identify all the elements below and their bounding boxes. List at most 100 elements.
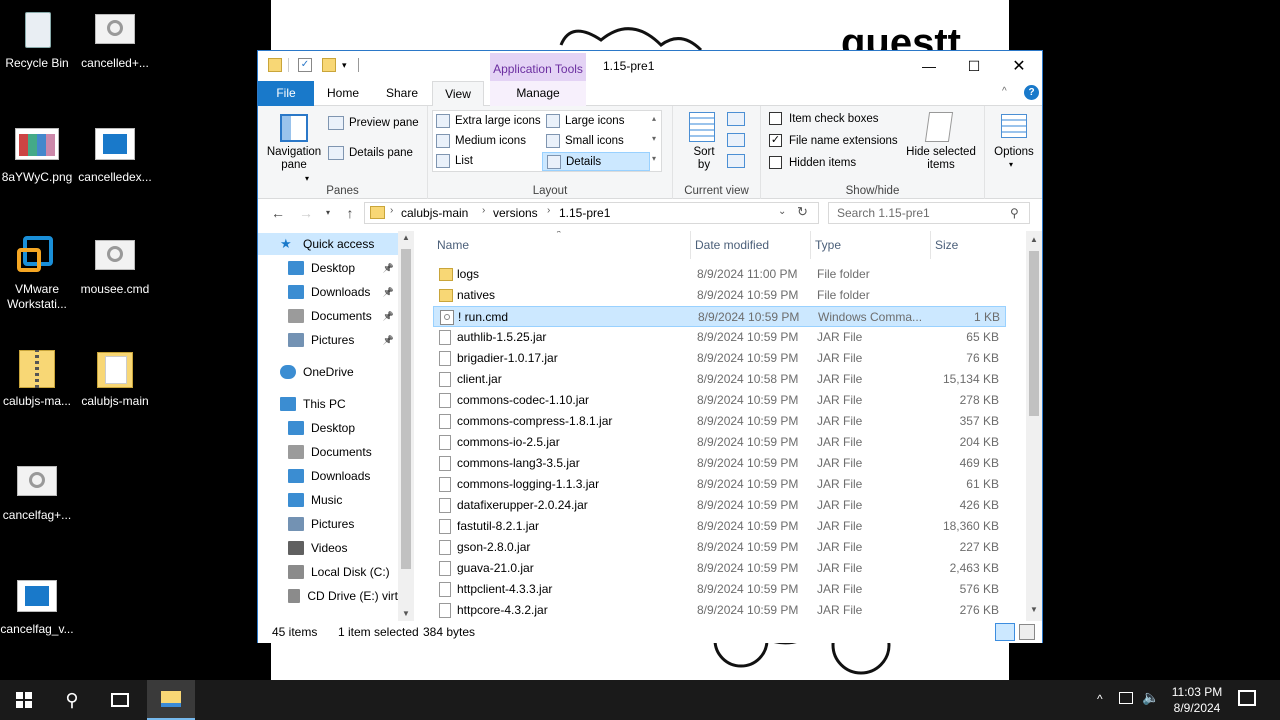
nav-item[interactable]: Pictures 📌 <box>258 329 398 351</box>
nav-item[interactable]: Downloads 📌 <box>258 281 398 303</box>
file-row[interactable]: commons-compress-1.8.1.jar 8/9/2024 10:59… <box>433 411 1006 432</box>
application-tools-tab[interactable]: Application Tools <box>490 53 586 81</box>
scroll-up-icon[interactable]: ▲ <box>402 233 410 242</box>
network-icon[interactable] <box>1119 692 1133 704</box>
desktop-icon-item[interactable]: mousee.cmd <box>75 234 155 297</box>
volume-muted-icon[interactable]: 🔈 <box>1142 689 1159 706</box>
desktop-icon-item[interactable]: calubjs-ma... <box>0 346 77 409</box>
breadcrumb-versions[interactable]: versions <box>493 206 538 220</box>
file-row[interactable]: logs 8/9/2024 11:00 PM File folder <box>433 264 1006 285</box>
details-view-toggle-icon[interactable] <box>995 623 1015 641</box>
nav-item[interactable]: Desktop <box>258 417 398 439</box>
gallery-more-icon[interactable]: ▾ <box>652 154 656 163</box>
group-by-icon[interactable] <box>727 112 745 126</box>
nav-scrollbar[interactable]: ▲ ▼ <box>398 231 414 621</box>
medium-icons-option[interactable]: Medium icons <box>436 134 526 148</box>
tab-view[interactable]: View <box>432 81 484 107</box>
tab-file[interactable]: File <box>258 81 314 106</box>
desktop-icon-item[interactable]: calubjs-main <box>75 346 155 409</box>
tab-manage[interactable]: Manage <box>490 81 586 106</box>
sort-by-button[interactable]: Sort by <box>689 146 719 172</box>
file-name-extensions-toggle[interactable]: ✓ File name extensions <box>769 134 898 147</box>
nav-item[interactable]: CD Drive (E:) virt <box>258 585 398 607</box>
action-center-icon[interactable] <box>1238 690 1256 706</box>
list-option[interactable]: List <box>436 154 473 168</box>
file-explorer-taskbar-button[interactable] <box>147 680 195 720</box>
file-row[interactable]: datafixerupper-2.0.24.jar 8/9/2024 10:59 … <box>433 495 1006 516</box>
file-list-scrollbar[interactable]: ▲ ▼ <box>1026 231 1042 621</box>
start-button[interactable] <box>0 680 48 720</box>
file-row[interactable]: authlib-1.5.25.jar 8/9/2024 10:59 PM JAR F… <box>433 327 1006 348</box>
task-view-icon[interactable] <box>96 680 144 720</box>
search-icon[interactable]: ⚲ <box>1010 206 1019 220</box>
desktop-icon-item[interactable]: cancelfag_v... <box>0 574 77 637</box>
maximize-button[interactable]: ☐ <box>951 51 997 81</box>
nav-item[interactable]: Videos <box>258 537 398 559</box>
preview-pane-button[interactable]: Preview pane <box>328 116 419 130</box>
file-row[interactable]: guava-21.0.jar 8/9/2024 10:59 PM JAR File 2… <box>433 558 1006 579</box>
breadcrumb-current[interactable]: 1.15-pre1 <box>559 206 610 220</box>
nav-item[interactable]: ★ Quick access <box>258 233 398 255</box>
file-name-extensions-checkbox[interactable]: ✓ <box>769 134 782 147</box>
breadcrumb-calubjs-main[interactable]: calubjs-main <box>401 206 468 220</box>
file-row[interactable]: gson-2.8.0.jar 8/9/2024 10:59 PM JAR File 2… <box>433 537 1006 558</box>
file-row[interactable]: httpclient-4.3.3.jar 8/9/2024 10:59 PM JAR… <box>433 579 1006 600</box>
nav-scroll-thumb[interactable] <box>401 249 411 569</box>
file-row[interactable]: commons-logging-1.1.3.jar 8/9/2024 10:59 … <box>433 474 1006 495</box>
desktop-icon-item[interactable]: cancelledex... <box>75 122 155 185</box>
gallery-up-icon[interactable]: ▴ <box>652 114 656 123</box>
column-size[interactable]: Size <box>931 231 1011 259</box>
details-pane-button[interactable]: Details pane <box>328 146 413 160</box>
nav-item[interactable]: Desktop 📌 <box>258 257 398 279</box>
file-row[interactable]: commons-lang3-3.5.jar 8/9/2024 10:59 PM JA… <box>433 453 1006 474</box>
file-row[interactable]: fastutil-8.2.1.jar 8/9/2024 10:59 PM JAR F… <box>433 516 1006 537</box>
properties-icon[interactable]: ✓ <box>298 58 312 72</box>
system-clock[interactable]: 11:03 PM 8/9/2024 <box>1164 684 1230 716</box>
desktop-icon-item[interactable]: Recycle Bin <box>0 8 77 71</box>
search-input[interactable]: Search 1.15-pre1 <box>828 202 1030 224</box>
scroll-up-icon[interactable]: ▲ <box>1030 235 1038 244</box>
refresh-icon[interactable]: ↻ <box>797 204 808 220</box>
nav-item[interactable]: Local Disk (C:) <box>258 561 398 583</box>
title-bar[interactable]: ✓ ▾ Application Tools 1.15-pre1 — ☐ ✕ <box>258 51 1042 81</box>
column-date-modified[interactable]: Date modified <box>691 231 811 259</box>
large-icons-option[interactable]: Large icons <box>546 114 624 128</box>
minimize-button[interactable]: — <box>906 51 952 81</box>
recent-locations-icon[interactable]: ▾ <box>318 208 338 226</box>
hidden-items-toggle[interactable]: Hidden items <box>769 156 856 169</box>
new-folder-icon[interactable] <box>322 58 336 72</box>
close-button[interactable]: ✕ <box>996 51 1042 81</box>
nav-item[interactable]: Documents 📌 <box>258 305 398 327</box>
gallery-down-icon[interactable]: ▾ <box>652 134 656 143</box>
tab-home[interactable]: Home <box>318 81 368 106</box>
hidden-items-checkbox[interactable] <box>769 156 782 169</box>
nav-item[interactable]: This PC <box>258 393 398 415</box>
nav-item[interactable]: Downloads <box>258 465 398 487</box>
extra-large-icons-option[interactable]: Extra large icons <box>436 114 541 128</box>
file-row[interactable]: commons-io-2.5.jar 8/9/2024 10:59 PM JAR F… <box>433 432 1006 453</box>
file-row[interactable]: commons-codec-1.10.jar 8/9/2024 10:59 PM J… <box>433 390 1006 411</box>
file-row[interactable]: httpcore-4.3.2.jar 8/9/2024 10:59 PM JAR F… <box>433 600 1006 621</box>
desktop-icon-item[interactable]: 8aYWyC.png <box>0 122 77 185</box>
options-button[interactable]: Options <box>989 146 1039 158</box>
nav-item[interactable]: Documents <box>258 441 398 463</box>
small-icons-option[interactable]: Small icons <box>546 134 624 148</box>
file-list-scroll-thumb[interactable] <box>1029 251 1039 416</box>
file-row[interactable]: brigadier-1.0.17.jar 8/9/2024 10:59 PM JAR… <box>433 348 1006 369</box>
large-icons-view-toggle-icon[interactable] <box>1019 624 1035 640</box>
up-arrow-icon[interactable]: ↑ <box>340 205 360 223</box>
item-check-boxes-toggle[interactable]: Item check boxes <box>769 112 878 125</box>
desktop-icon-item[interactable]: VMware Workstati... <box>0 234 77 312</box>
column-type[interactable]: Type <box>811 231 931 259</box>
collapse-ribbon-icon[interactable]: ^ <box>1002 86 1007 97</box>
customize-quick-access-icon[interactable]: ▾ <box>342 58 356 72</box>
file-row[interactable]: client.jar 8/9/2024 10:58 PM JAR File 15,13… <box>433 369 1006 390</box>
hide-selected-items-button[interactable]: Hide selected items <box>901 146 981 172</box>
file-row[interactable]: ! run.cmd 8/9/2024 10:59 PM Windows Comma.… <box>433 306 1006 327</box>
forward-arrow-icon[interactable]: → <box>296 205 316 223</box>
nav-item[interactable]: Music <box>258 489 398 511</box>
item-check-boxes-checkbox[interactable] <box>769 112 782 125</box>
navigation-pane-button[interactable]: Navigation pane <box>264 146 324 172</box>
size-columns-icon[interactable] <box>727 154 745 168</box>
scroll-down-icon[interactable]: ▼ <box>402 609 410 618</box>
